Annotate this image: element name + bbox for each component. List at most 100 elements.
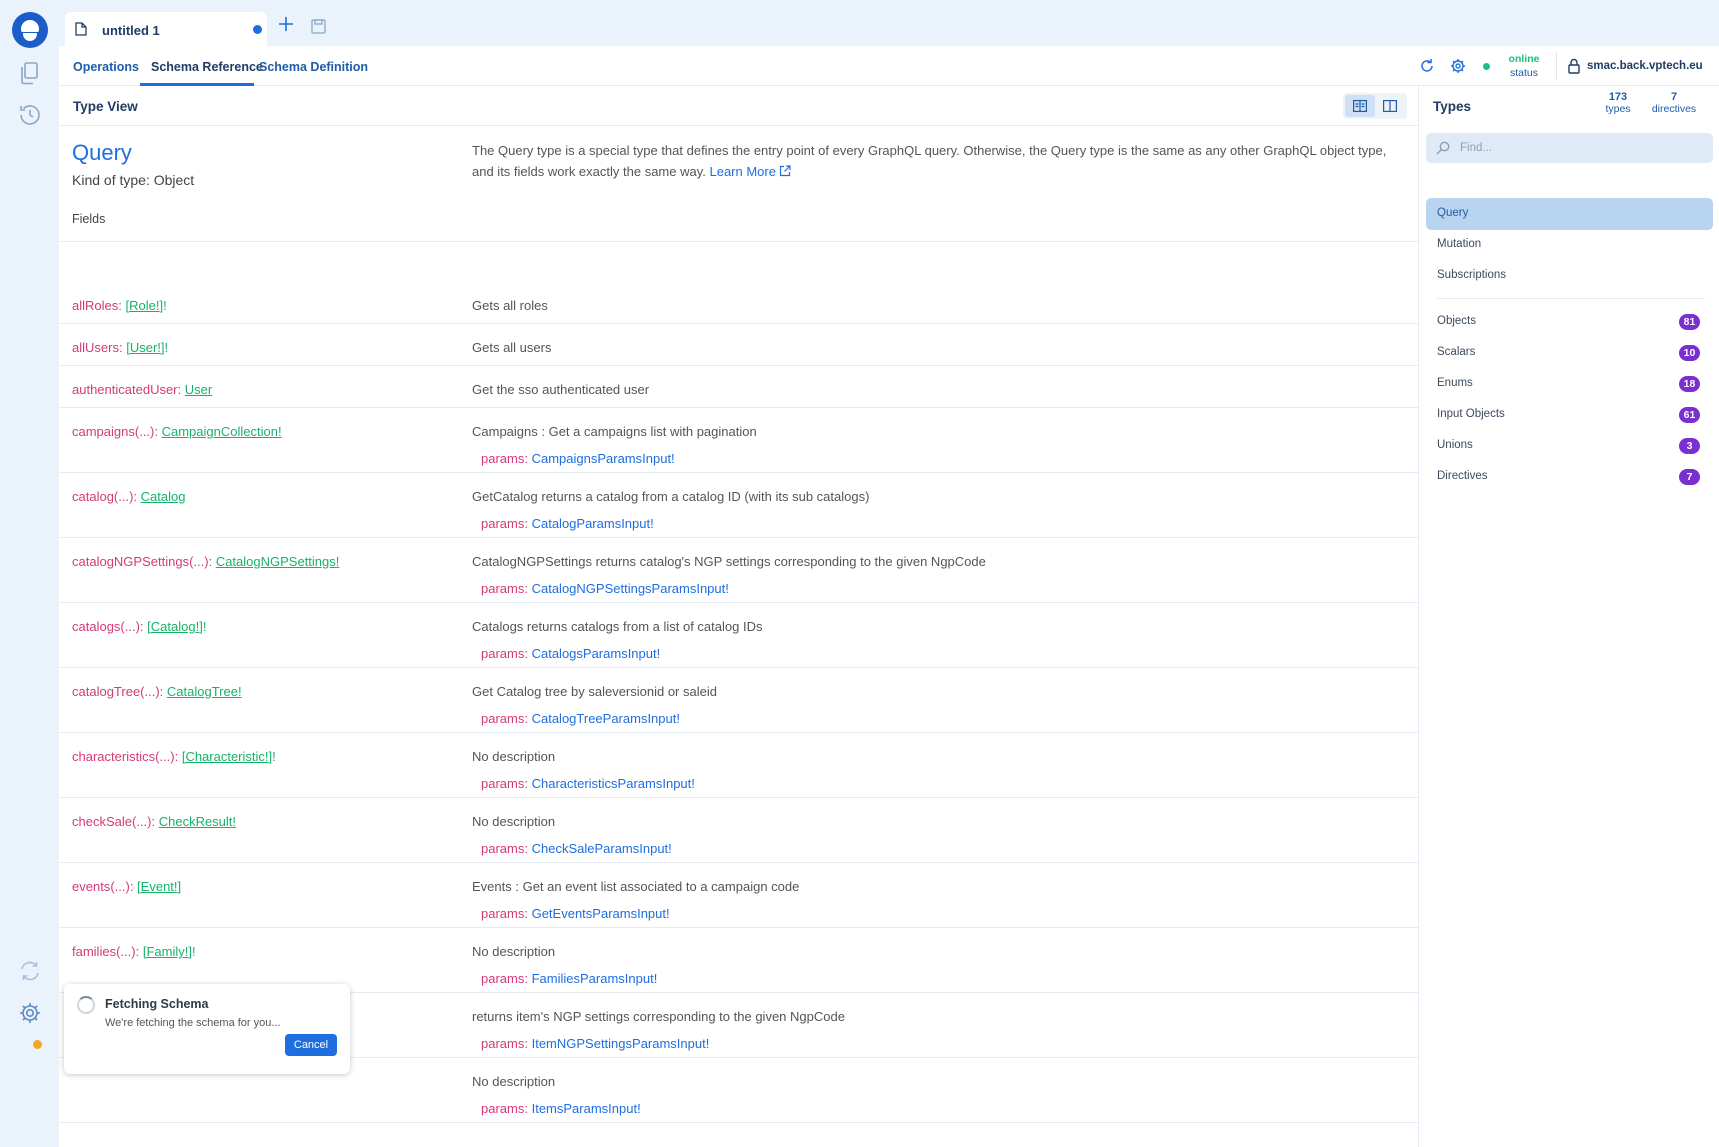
param-type-link[interactable]: FamiliesParamsInput! xyxy=(532,971,658,986)
param-type-link[interactable]: GetEventsParamsInput! xyxy=(532,906,670,921)
connection-status: online status smac.back.vptech.eu xyxy=(1419,46,1719,86)
field-args: (...) xyxy=(189,554,209,569)
host-url[interactable]: smac.back.vptech.eu xyxy=(1587,60,1703,72)
field-signature: authenticatedUser: User xyxy=(72,382,212,397)
field-row: allUsers: [User!]! Gets all users xyxy=(59,324,1418,366)
types-category-unions[interactable]: Unions 3 xyxy=(1426,430,1713,462)
types-category-enums[interactable]: Enums 18 xyxy=(1426,368,1713,400)
field-type-link[interactable]: CatalogNGPSettings xyxy=(216,554,336,569)
learn-more-link[interactable]: Learn More xyxy=(709,164,791,179)
field-name[interactable]: catalogNGPSettings xyxy=(72,554,189,569)
param-type-link[interactable]: CatalogsParamsInput! xyxy=(532,646,661,661)
field-colon: : xyxy=(151,814,159,829)
field-name[interactable]: events xyxy=(72,879,110,894)
refresh-icon[interactable] xyxy=(1419,58,1435,74)
param-type-link[interactable]: CatalogNGPSettingsParamsInput! xyxy=(532,581,729,596)
types-category-directives[interactable]: Directives 7 xyxy=(1426,461,1713,493)
field-name[interactable]: catalog xyxy=(72,489,114,504)
field-row: campaigns(...): CampaignCollection! Campa… xyxy=(59,408,1418,473)
find-input[interactable] xyxy=(1460,133,1700,163)
main-panel: Operations Schema Reference Schema Defin… xyxy=(59,46,1719,1147)
types-count-label: types xyxy=(1605,103,1631,115)
types-item-mutation[interactable]: Mutation xyxy=(1426,229,1713,261)
field-type-link[interactable]: Catalog xyxy=(141,489,186,504)
types-count-number: 173 xyxy=(1608,91,1628,103)
field-type-link[interactable]: Catalog xyxy=(151,619,196,634)
field-name[interactable]: catalogTree xyxy=(72,684,140,699)
param-key: params: xyxy=(481,646,528,661)
field-description: No description xyxy=(472,749,556,764)
param-type-link[interactable]: ItemNGPSettingsParamsInput! xyxy=(532,1036,710,1051)
field-args: (...) xyxy=(155,749,175,764)
field-name[interactable]: allRoles xyxy=(72,298,118,313)
field-type-link[interactable]: Event xyxy=(141,879,174,894)
field-type-link[interactable]: CampaignCollection xyxy=(162,424,278,439)
tab-schema-definition[interactable]: Schema Definition xyxy=(259,60,368,74)
types-item-label: Query xyxy=(1437,207,1469,219)
spinner-icon xyxy=(77,996,95,1014)
tab-strip: untitled 1 xyxy=(59,0,1719,46)
field-name[interactable]: characteristics xyxy=(72,749,155,764)
cancel-button[interactable]: Cancel xyxy=(285,1034,337,1056)
documents-icon[interactable] xyxy=(17,60,43,86)
field-name[interactable]: allUsers xyxy=(72,340,119,355)
field-name[interactable]: campaigns xyxy=(72,424,135,439)
field-signature: characteristics(...): [Characteristic!]! xyxy=(72,749,276,764)
online-indicator xyxy=(1483,63,1490,70)
field-type-link[interactable]: User xyxy=(130,340,157,355)
count-badge: 18 xyxy=(1679,376,1700,392)
add-tab-icon[interactable] xyxy=(278,16,294,32)
field-description: Catalogs returns catalogs from a list of… xyxy=(472,619,763,634)
type-kind: Kind of type: Object xyxy=(72,172,195,188)
types-item-subscriptions[interactable]: Subscriptions xyxy=(1426,260,1713,292)
field-description: Campaigns : Get a campaigns list with pa… xyxy=(472,424,757,439)
field-args: (...) xyxy=(116,944,136,959)
logo-icon[interactable] xyxy=(12,12,48,48)
param-type-link[interactable]: CatalogParamsInput! xyxy=(532,516,654,531)
param-key: params: xyxy=(481,1036,528,1051)
field-name[interactable]: authenticatedUser xyxy=(72,382,178,397)
types-category-input-objects[interactable]: Input Objects 61 xyxy=(1426,399,1713,431)
non-null-mark: ! xyxy=(237,684,242,699)
find-field[interactable] xyxy=(1426,133,1713,163)
tab-schema-reference[interactable]: Schema Reference xyxy=(151,60,263,74)
field-signature: events(...): [Event!] xyxy=(72,879,181,894)
field-args: (...) xyxy=(134,424,155,439)
lock-icon xyxy=(1568,58,1580,74)
field-description: No description xyxy=(472,814,556,829)
types-category-scalars[interactable]: Scalars 10 xyxy=(1426,337,1713,369)
field-colon: : xyxy=(129,879,138,894)
field-param: params: CatalogsParamsInput! xyxy=(481,646,660,661)
field-name[interactable]: checkSale xyxy=(72,814,132,829)
field-type-link[interactable]: CheckResult xyxy=(159,814,233,829)
field-type-link[interactable]: Family xyxy=(146,944,184,959)
document-tab[interactable]: untitled 1 xyxy=(65,12,267,46)
field-type-link[interactable]: Characteristic xyxy=(185,749,264,764)
field-type-link[interactable]: User xyxy=(185,382,212,397)
settings-icon[interactable] xyxy=(17,1000,43,1026)
history-icon[interactable] xyxy=(17,102,43,128)
divider xyxy=(1437,298,1705,299)
param-type-link[interactable]: ItemsParamsInput! xyxy=(532,1101,641,1116)
types-category-objects[interactable]: Objects 81 xyxy=(1426,306,1713,338)
fields-label: Fields xyxy=(72,212,106,226)
sync-icon[interactable] xyxy=(17,958,43,984)
field-name[interactable]: catalogs xyxy=(72,619,120,634)
field-name[interactable]: families xyxy=(72,944,116,959)
save-icon[interactable] xyxy=(311,19,326,34)
param-type-link[interactable]: CampaignsParamsInput! xyxy=(532,451,675,466)
tab-operations[interactable]: Operations xyxy=(73,60,139,74)
directives-count-label: directives xyxy=(1651,103,1697,115)
two-column-view-button[interactable] xyxy=(1345,95,1375,117)
param-type-link[interactable]: CatalogTreeParamsInput! xyxy=(532,711,680,726)
param-key: params: xyxy=(481,841,528,856)
gear-icon[interactable] xyxy=(1450,58,1466,74)
field-type-link[interactable]: CatalogTree xyxy=(167,684,238,699)
types-item-query[interactable]: Query xyxy=(1426,198,1713,230)
field-type-link[interactable]: Role xyxy=(129,298,156,313)
param-type-link[interactable]: CheckSaleParamsInput! xyxy=(532,841,672,856)
field-row: allRoles: [Role!]! Gets all roles xyxy=(59,282,1418,324)
param-type-link[interactable]: CharacteristicsParamsInput! xyxy=(532,776,695,791)
split-view-button[interactable] xyxy=(1375,95,1405,117)
param-key: params: xyxy=(481,711,528,726)
